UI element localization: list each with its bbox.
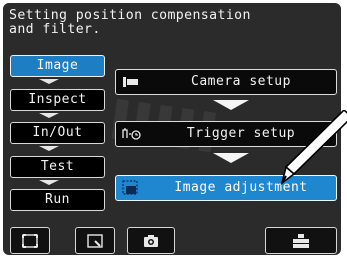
menu-separator-arrow xyxy=(39,79,59,84)
camera-icon xyxy=(144,234,158,247)
zoom-icon xyxy=(87,233,103,248)
menu-separator-arrow xyxy=(39,180,59,185)
fit-screen-button[interactable] xyxy=(10,227,50,254)
menu-item-in-out[interactable]: In/Out xyxy=(10,122,105,144)
trigger-setup-icon xyxy=(122,126,141,142)
tools-button[interactable] xyxy=(265,227,337,254)
camera-setup-label: Camera setup xyxy=(191,74,291,89)
camera-setup-icon xyxy=(122,74,140,90)
instruction-text: Setting position compensation and filter… xyxy=(9,8,251,37)
capture-button[interactable] xyxy=(127,227,175,254)
fit-screen-icon xyxy=(22,233,38,248)
menu-item-inspect[interactable]: Inspect xyxy=(10,89,105,111)
menu-item-test[interactable]: Test xyxy=(10,156,105,178)
flow-down-arrow xyxy=(213,100,249,110)
camera-setup-button[interactable]: Camera setup xyxy=(115,69,337,95)
menu-separator-arrow xyxy=(39,146,59,151)
image-adjustment-icon xyxy=(122,180,140,196)
stylus-pen-icon xyxy=(280,110,347,185)
menu-item-image[interactable]: Image xyxy=(10,55,105,77)
menu-separator-arrow xyxy=(39,113,59,118)
flow-down-arrow xyxy=(213,153,249,163)
zoom-button[interactable] xyxy=(75,227,115,254)
tools-icon xyxy=(293,233,309,248)
menu-item-run[interactable]: Run xyxy=(10,189,105,211)
